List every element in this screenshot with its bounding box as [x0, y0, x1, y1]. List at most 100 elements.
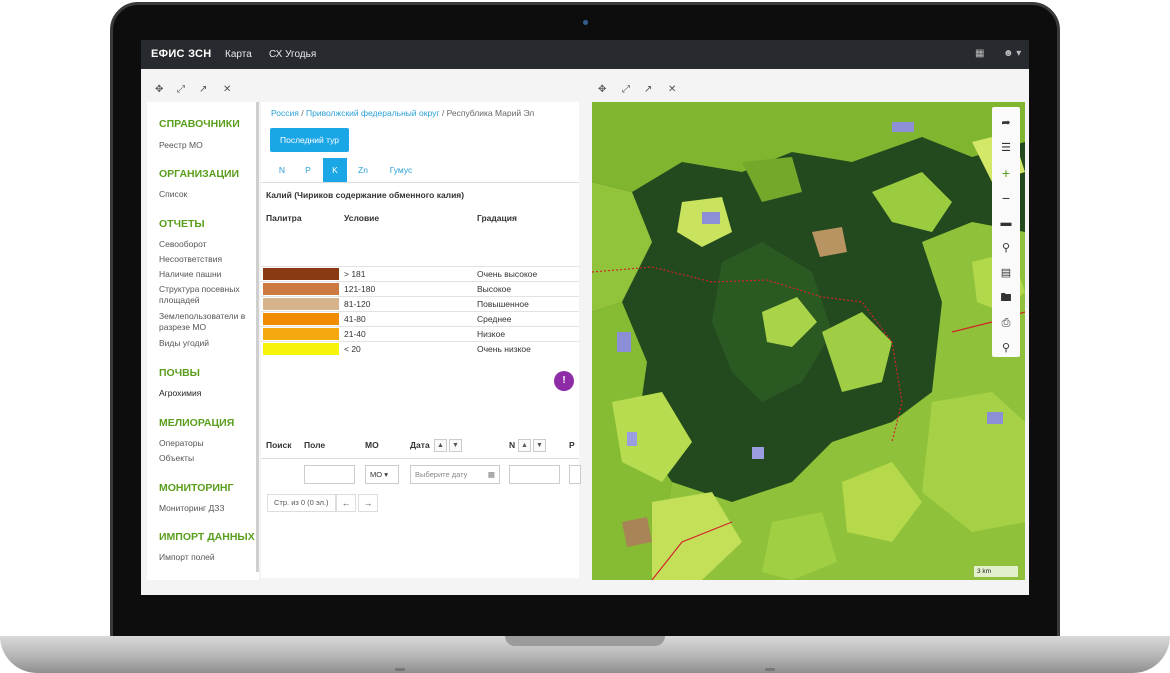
sidebar-item-agrochemistry[interactable]: Агрохимия [159, 388, 255, 399]
legend-row: 21-40 Низкое [261, 326, 579, 340]
close-icon[interactable]: ✕ [223, 84, 231, 95]
map-view[interactable] [592, 102, 1025, 580]
sidebar-section-monitoring: МОНИТОРИНГ [159, 482, 234, 494]
sidebar-section-reports: ОТЧЕТЫ [159, 218, 205, 230]
legend-row: 81-120 Повышенное [261, 296, 579, 310]
pin-icon[interactable]: ⚲ [992, 236, 1020, 260]
tab-zn[interactable]: Zn [349, 158, 377, 182]
field-filter-input[interactable] [304, 465, 355, 484]
sidebar-item-mo-registry[interactable]: Реестр МО [159, 140, 255, 151]
legend-swatch [263, 328, 339, 340]
expand-icon[interactable]: ⤢ [177, 84, 185, 95]
legend-header-palette: Палитра [266, 213, 302, 223]
sidebar-item-land-users[interactable]: Землепользователи в разрезе МО [159, 311, 255, 333]
ruler-icon[interactable]: ▬ [992, 211, 1020, 235]
column-mo: МО [365, 440, 379, 450]
map-canvas[interactable] [592, 102, 1025, 580]
legend-row: > 181 Очень высокое [261, 266, 579, 280]
column-search: Поиск [266, 440, 292, 450]
tab-n[interactable]: N [269, 158, 295, 182]
apps-grid-icon[interactable]: ▦ [975, 48, 984, 59]
legend-swatch [263, 313, 339, 325]
breadcrumb-volga-district[interactable]: Приволжский федеральный округ [306, 108, 439, 118]
column-p: P [569, 440, 575, 450]
top-navbar: ЕФИС ЗСН Карта СХ Угодья ▦ ☻ ▾ [141, 40, 1029, 69]
left-panel-toolbar: ✥ ⤢ ↗ ✕ [147, 80, 259, 100]
sidebar-item-land-types[interactable]: Виды угодий [159, 338, 255, 349]
tape-icon[interactable]: ▤ [992, 261, 1020, 285]
calendar-icon: ▦ [487, 470, 495, 479]
nav-link-map[interactable]: Карта [225, 49, 252, 60]
column-n: N [509, 440, 516, 450]
legend-condition: < 20 [344, 344, 361, 354]
folder-icon[interactable]: 🖿 [992, 286, 1020, 310]
move-icon[interactable]: ✥ [598, 84, 606, 95]
laptop-frame: ЕФИС ЗСН Карта СХ Угодья ▦ ☻ ▾ ✥ ⤢ ↗ ✕ ✥… [0, 0, 1170, 673]
search-icon[interactable]: ⚲ [992, 336, 1020, 360]
legend-swatch [263, 283, 339, 295]
legend-grade: Очень низкое [477, 344, 531, 354]
info-icon[interactable]: ! [554, 371, 574, 391]
legend-condition: 21-40 [344, 329, 366, 339]
legend-swatch [263, 343, 339, 355]
popout-icon[interactable]: ↗ [199, 84, 207, 95]
sidebar-scrollbar[interactable] [256, 102, 259, 572]
pager-info: Стр. из 0 (0 эл.) [267, 494, 336, 512]
sort-up-icon[interactable]: ▲ [434, 439, 447, 452]
zoom-out-icon[interactable]: − [992, 186, 1020, 210]
tabs-divider [261, 182, 579, 183]
sidebar-item-remote-sensing[interactable]: Мониторинг ДЗЗ [159, 503, 255, 514]
breadcrumb-mari-el: Республика Марий Эл [446, 108, 535, 118]
map-toolbar: ➦ ☰ + − ▬ ⚲ ▤ 🖿 ⎙ ⚲ [992, 107, 1020, 357]
pager-next-button[interactable]: → [358, 494, 378, 512]
mo-select[interactable]: МО ▾ [365, 465, 399, 484]
move-icon[interactable]: ✥ [155, 84, 163, 95]
sort-down-icon[interactable]: ▼ [533, 439, 546, 452]
n-filter-input[interactable] [509, 465, 560, 484]
sidebar-item-mismatches[interactable]: Несоответствия [159, 254, 255, 265]
sidebar-item-objects[interactable]: Объекты [159, 453, 255, 464]
mo-select-value: МО [370, 470, 383, 479]
sidebar-item-field-import[interactable]: Импорт полей [159, 552, 255, 563]
nav-link-agro-lands[interactable]: СХ Угодья [269, 49, 316, 60]
sort-down-icon[interactable]: ▼ [449, 439, 462, 452]
date-picker-input[interactable]: Выберите дату ▦ [410, 465, 500, 484]
legend-condition: > 181 [344, 269, 366, 279]
zoom-in-icon[interactable]: + [992, 161, 1020, 185]
breadcrumb-russia[interactable]: Россия [271, 108, 299, 118]
sidebar-item-operators[interactable]: Операторы [159, 438, 255, 449]
p-filter-input[interactable] [569, 465, 581, 484]
sidebar-item-sown-area-structure[interactable]: Структура посевных площадей [159, 284, 255, 306]
legend-row: 121-180 Высокое [261, 281, 579, 295]
legend-swatch [263, 298, 339, 310]
layers-icon[interactable]: ☰ [992, 136, 1020, 160]
pager-prev-button[interactable]: ← [336, 494, 356, 512]
sort-up-icon[interactable]: ▲ [518, 439, 531, 452]
print-icon[interactable]: ⎙ [992, 311, 1020, 335]
user-icon[interactable]: ☻ ▾ [1003, 48, 1021, 59]
legend-grade: Низкое [477, 329, 506, 339]
map-panel-toolbar: ✥ ⤢ ↗ ✕ [592, 80, 1025, 100]
sidebar-item-list[interactable]: Список [159, 189, 255, 200]
app-brand[interactable]: ЕФИС ЗСН [151, 48, 212, 60]
select-arrow-icon[interactable]: ➦ [992, 111, 1020, 135]
screen-footer [141, 580, 1029, 595]
agrochem-panel: Россия / Приволжский федеральный округ /… [261, 102, 581, 578]
tab-humus[interactable]: Гумус [381, 158, 421, 182]
popout-icon[interactable]: ↗ [644, 84, 652, 95]
tab-p[interactable]: P [295, 158, 321, 182]
sidebar: СПРАВОЧНИКИ Реестр МО ОРГАНИЗАЦИИ Список… [147, 102, 259, 595]
tab-k[interactable]: K [323, 158, 347, 182]
legend-header-condition: Условие [344, 213, 380, 223]
legend-grade: Повышенное [477, 299, 529, 309]
close-icon[interactable]: ✕ [668, 84, 676, 95]
legend-condition: 81-120 [344, 299, 371, 309]
sidebar-section-soils: ПОЧВЫ [159, 367, 200, 379]
legend-grade: Среднее [477, 314, 512, 324]
sidebar-item-crop-rotation[interactable]: Севооборот [159, 239, 255, 250]
last-round-button[interactable]: Последний тур [270, 128, 349, 152]
legend-title: Калий (Чириков содержание обменного кали… [266, 190, 465, 200]
legend-condition: 121-180 [344, 284, 376, 294]
sidebar-item-arable-land[interactable]: Наличие пашни [159, 269, 255, 280]
expand-icon[interactable]: ⤢ [622, 84, 630, 95]
